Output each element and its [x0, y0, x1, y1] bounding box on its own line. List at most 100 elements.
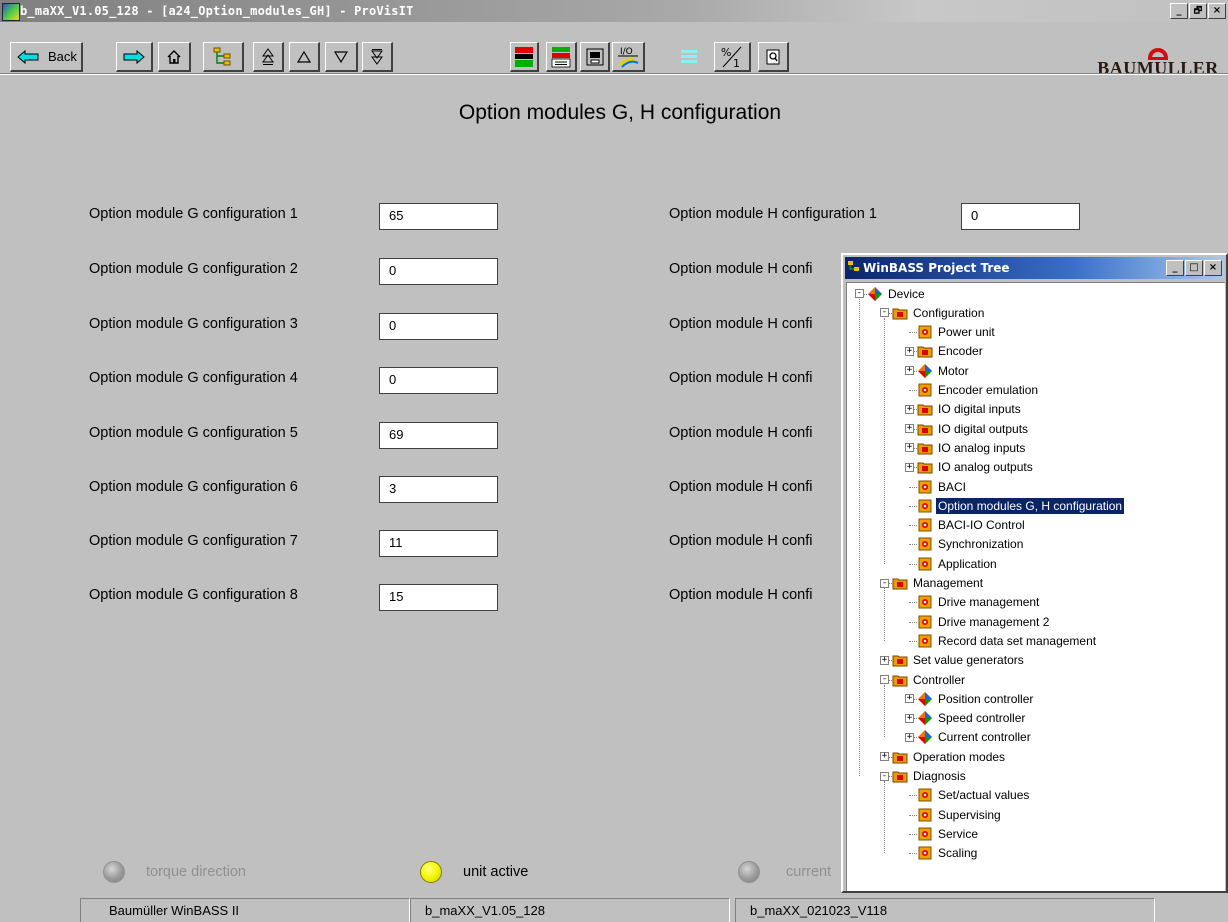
tree-node-label: Record data set management — [938, 633, 1097, 648]
collapse-icon[interactable]: - — [855, 289, 864, 298]
tree-node[interactable]: Record data set management — [917, 631, 1098, 650]
g-config-8-input[interactable]: 15 — [379, 584, 498, 611]
tree-node[interactable]: IO digital outputs — [917, 419, 1030, 438]
tree-node[interactable]: Set value generators — [892, 651, 1026, 670]
info-button[interactable] — [758, 42, 789, 72]
tree-node[interactable]: BACI-IO Control — [917, 516, 1027, 535]
g-config-1-input[interactable]: 65 — [379, 203, 498, 230]
expand-icon[interactable]: + — [880, 752, 889, 762]
tree-node-label: Scaling — [938, 846, 978, 861]
tree-node[interactable]: Drive management 2 — [917, 612, 1051, 631]
io-button[interactable]: I/O — [612, 42, 645, 72]
project-tree-title-bar[interactable]: WinBASS Project Tree _ □ × — [845, 257, 1224, 279]
tree-window-controls: _ □ × — [1166, 260, 1222, 276]
tree-node[interactable]: BACI — [917, 477, 968, 496]
g-config-5-label: Option module G configuration 5 — [89, 425, 298, 441]
g-config-5-input[interactable]: 69 — [379, 422, 498, 449]
tree-node[interactable]: Speed controller — [917, 709, 1027, 728]
g-config-6-input[interactable]: 3 — [379, 476, 498, 503]
tree-minimize-button[interactable]: _ — [1166, 260, 1184, 276]
current-led — [738, 861, 760, 883]
tree-node[interactable]: Diagnosis — [892, 767, 968, 786]
tree-node[interactable]: Configuration — [892, 303, 986, 322]
tree-node[interactable]: Set/actual values — [917, 786, 1031, 805]
tree-node[interactable]: Drive management — [917, 593, 1041, 612]
page-title: Option modules G, H configuration — [458, 101, 782, 124]
status-project-name: b_maXX_V1.05_128 — [410, 898, 730, 922]
expand-icon[interactable]: + — [905, 346, 914, 356]
g-config-7-input[interactable]: 11 — [379, 530, 498, 557]
tree-node[interactable]: Service — [917, 824, 980, 843]
expand-icon[interactable]: + — [905, 443, 914, 453]
h-config-1-input[interactable]: 0 — [961, 203, 1080, 230]
minimize-button[interactable]: _ — [1170, 3, 1188, 19]
previous-page-button[interactable] — [289, 42, 320, 72]
tree-node[interactable]: Synchronization — [917, 535, 1025, 554]
parameter-list-green-button[interactable] — [546, 42, 577, 72]
tree-node[interactable]: Supervising — [917, 805, 1003, 824]
tree-node[interactable]: Motor — [917, 361, 971, 380]
g-config-1-label: Option module G configuration 1 — [89, 206, 298, 222]
tree-node[interactable]: Encoder emulation — [917, 381, 1040, 400]
back-button[interactable]: Back — [10, 42, 83, 72]
expand-icon[interactable]: + — [880, 655, 889, 665]
collapse-icon[interactable]: - — [880, 308, 889, 318]
down-arrow-icon — [334, 50, 348, 63]
project-tree-button[interactable] — [203, 42, 244, 72]
window-title-bar[interactable]: b_maXX_V1.05_128 - [a24_Option_modules_G… — [0, 0, 1228, 22]
tree-node[interactable]: IO digital inputs — [917, 400, 1023, 419]
device-icon — [918, 730, 932, 745]
expand-icon[interactable]: + — [905, 424, 914, 434]
g-config-4-input[interactable]: 0 — [379, 367, 498, 394]
tree-node[interactable]: Management — [892, 574, 985, 593]
expand-icon[interactable]: + — [905, 694, 914, 704]
tree-node[interactable]: Device — [867, 284, 927, 303]
tree-node[interactable]: IO analog outputs — [917, 458, 1035, 477]
scaling-button[interactable]: % 1 — [714, 42, 751, 72]
tree-node-label: BACI-IO Control — [938, 518, 1025, 533]
last-page-button[interactable] — [362, 42, 393, 72]
close-button[interactable]: × — [1208, 3, 1226, 19]
folder-icon — [917, 424, 933, 436]
search-document-icon — [766, 49, 780, 64]
parameter-list-red-button[interactable] — [510, 42, 539, 72]
maximize-button[interactable]: 🗗 — [1189, 3, 1207, 19]
collapse-icon[interactable]: - — [880, 578, 889, 588]
expand-icon[interactable]: + — [905, 404, 914, 414]
tree-node[interactable]: Current controller — [917, 728, 1033, 747]
tree-node[interactable]: Option modules G, H configuration — [917, 496, 1126, 515]
next-page-button[interactable] — [325, 42, 358, 72]
tree-node[interactable]: Operation modes — [892, 747, 1007, 766]
app-icon[interactable] — [2, 3, 20, 21]
tree-node[interactable]: Encoder — [917, 342, 985, 361]
tree-maximize-button[interactable]: □ — [1185, 260, 1203, 276]
tree-node-label: Speed controller — [938, 711, 1026, 726]
unit-active-led — [420, 861, 442, 883]
brand-wordmark: BAUMULLER — [1097, 58, 1219, 78]
h-config-8-label: Option module H confi — [669, 587, 813, 603]
expand-icon[interactable]: + — [905, 462, 914, 472]
expand-icon[interactable]: + — [905, 732, 914, 742]
tree-node[interactable]: IO analog inputs — [917, 438, 1027, 457]
tree-node[interactable]: Scaling — [917, 844, 979, 863]
g-config-3-input[interactable]: 0 — [379, 313, 498, 340]
expand-icon[interactable]: + — [905, 366, 914, 376]
tree-node[interactable]: Application — [917, 554, 999, 573]
tree-node[interactable]: Position controller — [917, 689, 1035, 708]
folder-icon — [917, 443, 933, 455]
first-page-button[interactable] — [253, 42, 284, 72]
save-data-set-button[interactable] — [580, 42, 610, 72]
tree-node[interactable]: Power unit — [917, 323, 997, 342]
table-view-button[interactable] — [672, 42, 705, 72]
tree-node[interactable]: Controller — [892, 670, 967, 689]
home-button[interactable] — [158, 42, 191, 72]
project-tree-window: WinBASS Project Tree _ □ × Device - Config… — [841, 253, 1228, 893]
tree-node-label: IO digital inputs — [938, 402, 1021, 417]
collapse-icon[interactable]: - — [880, 771, 889, 781]
tree-close-button[interactable]: × — [1204, 260, 1222, 276]
g-config-2-input[interactable]: 0 — [379, 258, 498, 285]
expand-icon[interactable]: + — [905, 713, 914, 723]
forward-button[interactable] — [116, 42, 153, 72]
parameter-page-icon — [918, 499, 932, 513]
collapse-icon[interactable]: - — [880, 675, 889, 684]
